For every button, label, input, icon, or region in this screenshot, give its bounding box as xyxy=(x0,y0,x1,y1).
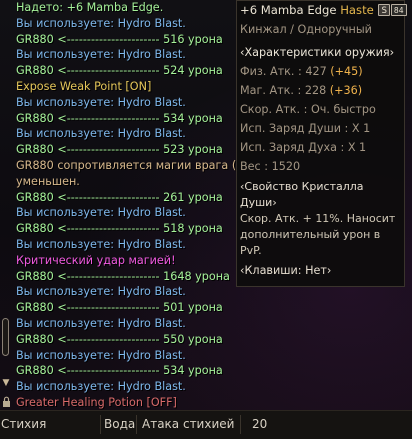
divider xyxy=(100,415,101,434)
mag-atk-bonus: (+36) xyxy=(329,84,363,97)
chevron-down-icon[interactable]: ▼ xyxy=(1,378,11,388)
chat-message: Вы используете: Hydro Blast. xyxy=(16,285,186,299)
divider xyxy=(240,415,241,434)
chat-message: Greater Healing Potion [OFF] xyxy=(16,395,177,409)
mag-atk-row: Маг. Атк. : 228 (+36) xyxy=(240,81,404,100)
chat-message: Вы используете: Hydro Blast. xyxy=(16,316,186,330)
item-type: Кинжал / Одноручный xyxy=(240,23,372,36)
chat-message: Вы используете: Hydro Blast. xyxy=(16,127,186,141)
phys-atk-value: Физ. Атк. : 427 xyxy=(240,65,327,78)
chat-message: Вы используете: Hydro Blast. xyxy=(16,16,186,30)
chat-message: Expose Weak Point [ON] xyxy=(16,79,152,93)
chat-message: Вы используете: Hydro Blast. xyxy=(16,48,186,62)
chat-scroll-thumb[interactable] xyxy=(2,318,9,356)
chat-message: Критический удар магией! xyxy=(16,253,176,267)
element-attack-value: 20 xyxy=(252,417,268,431)
grade-badge: S xyxy=(378,4,390,16)
chat-message: Вы используете: Hydro Blast. xyxy=(16,237,186,251)
chat-message: Вы используете: Hydro Blast. xyxy=(16,348,186,362)
item-name: +6 Mamba Edge xyxy=(240,3,337,17)
chat-log[interactable]: Надето: +6 Mamba Edge. Вы используете: Hy… xyxy=(16,0,238,410)
element-value: Вода xyxy=(104,417,136,431)
soulshot-row: Исп. Заряд Души : X 1 xyxy=(240,122,371,135)
atk-speed-row: Скор. Атк. : Оч. быстро xyxy=(240,103,376,116)
spiritshot-row: Исп. Заряд Духа : X 1 xyxy=(240,141,367,154)
chat-message: GR880 сопротивляется магии врага ( xyxy=(16,158,237,172)
grade-level-badge: 84 xyxy=(390,4,407,16)
phys-atk-row: Физ. Атк. : 427 (+45) xyxy=(240,62,404,81)
element-label: Стихия xyxy=(1,417,47,431)
keys-row: ‹Клавиши: Нет› xyxy=(240,264,332,277)
chat-message: GR880 <----------------------- 1648 урон… xyxy=(16,269,230,283)
chat-message: уменьшен. xyxy=(16,174,80,188)
chat-message: GR880 <----------------------- 534 урона xyxy=(16,111,223,125)
crystal-description: Скор. Атк. + 11%. Наносит дополнительный… xyxy=(240,212,396,257)
chat-message: GR880 <----------------------- 261 урона xyxy=(16,190,223,204)
weight-row: Вес : 1520 xyxy=(240,160,301,173)
item-enchant-haste: Haste xyxy=(340,3,374,17)
chat-message: Вы используете: Hydro Blast. xyxy=(16,95,186,109)
characteristics-header: ‹Характеристики оружия› xyxy=(240,46,395,59)
chat-message: GR880 <----------------------- 501 урона xyxy=(16,301,223,315)
divider xyxy=(136,415,137,434)
chat-message: GR880 <----------------------- 523 урона xyxy=(16,143,223,157)
lock-icon[interactable] xyxy=(2,396,11,408)
chat-message: GR880 <----------------------- 534 урона xyxy=(16,364,223,378)
chat-message: GR880 <----------------------- 516 урона xyxy=(16,32,223,46)
crystal-header: ‹Свойство Кристалла Души› xyxy=(240,180,364,209)
chat-message: GR880 <----------------------- 550 урона xyxy=(16,332,223,346)
chat-message: Вы используете: Hydro Blast. xyxy=(16,380,186,394)
chat-message: Вы используете: Hydro Blast. xyxy=(16,206,186,220)
mag-atk-value: Маг. Атк. : 228 xyxy=(240,84,327,97)
element-attack-label: Атака стихией xyxy=(142,417,235,431)
chat-message: GR880 <----------------------- 518 урона xyxy=(16,222,223,236)
chat-message: Надето: +6 Mamba Edge. xyxy=(16,1,164,14)
item-tooltip: +6 Mamba Edge Haste S 84 Кинжал / Одноруч… xyxy=(236,0,407,287)
item-title: +6 Mamba Edge Haste S 84 xyxy=(240,1,407,20)
chat-message: GR880 <----------------------- 524 урона xyxy=(16,64,223,78)
phys-atk-bonus: (+45) xyxy=(330,65,363,78)
chat-scrollbar[interactable]: ▼ xyxy=(0,0,12,407)
element-bar: Стихия Вода Атака стихией 20 xyxy=(0,410,412,439)
